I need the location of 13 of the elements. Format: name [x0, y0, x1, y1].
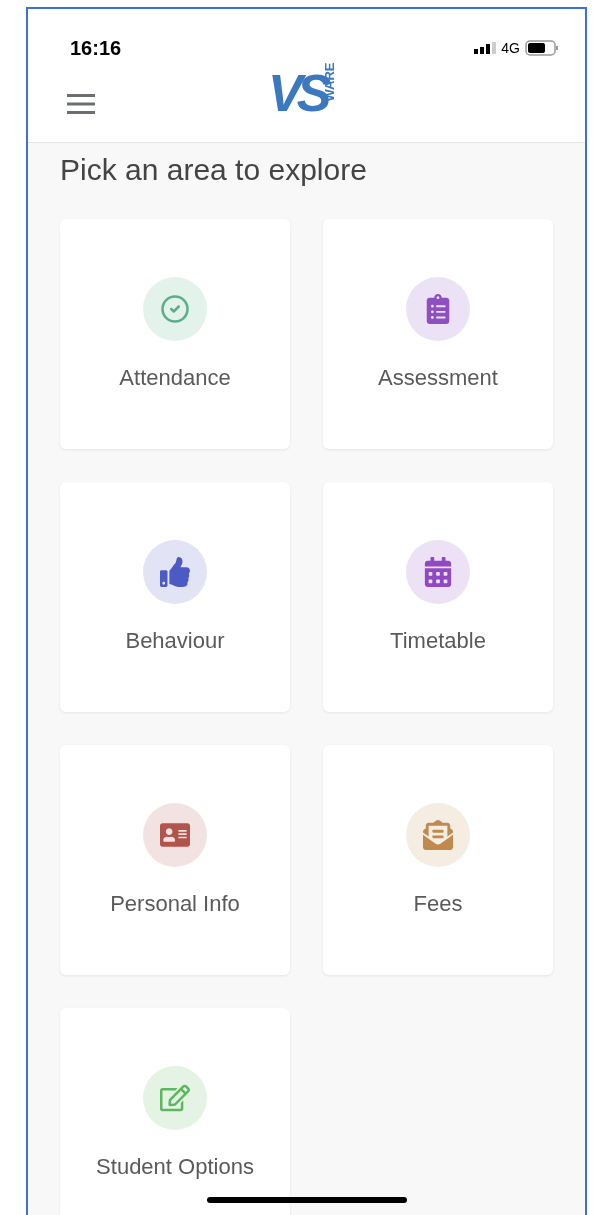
- status-time: 16:16: [70, 36, 122, 61]
- area-tile[interactable]: Personal Info: [60, 744, 290, 975]
- signal-icon: [474, 42, 497, 54]
- area-tile[interactable]: Fees: [323, 744, 553, 975]
- area-tile[interactable]: Timetable: [323, 481, 553, 712]
- battery-icon: [525, 40, 559, 56]
- page-title: Pick an area to explore: [59, 152, 368, 188]
- network-label: 4G: [501, 38, 520, 58]
- area-tile[interactable]: Student Options: [60, 1007, 290, 1215]
- area-tile[interactable]: Attendance: [60, 218, 290, 449]
- area-tile[interactable]: Behaviour: [60, 481, 290, 712]
- area-tile[interactable]: Assessment: [323, 218, 553, 449]
- menu-icon[interactable]: [67, 93, 95, 114]
